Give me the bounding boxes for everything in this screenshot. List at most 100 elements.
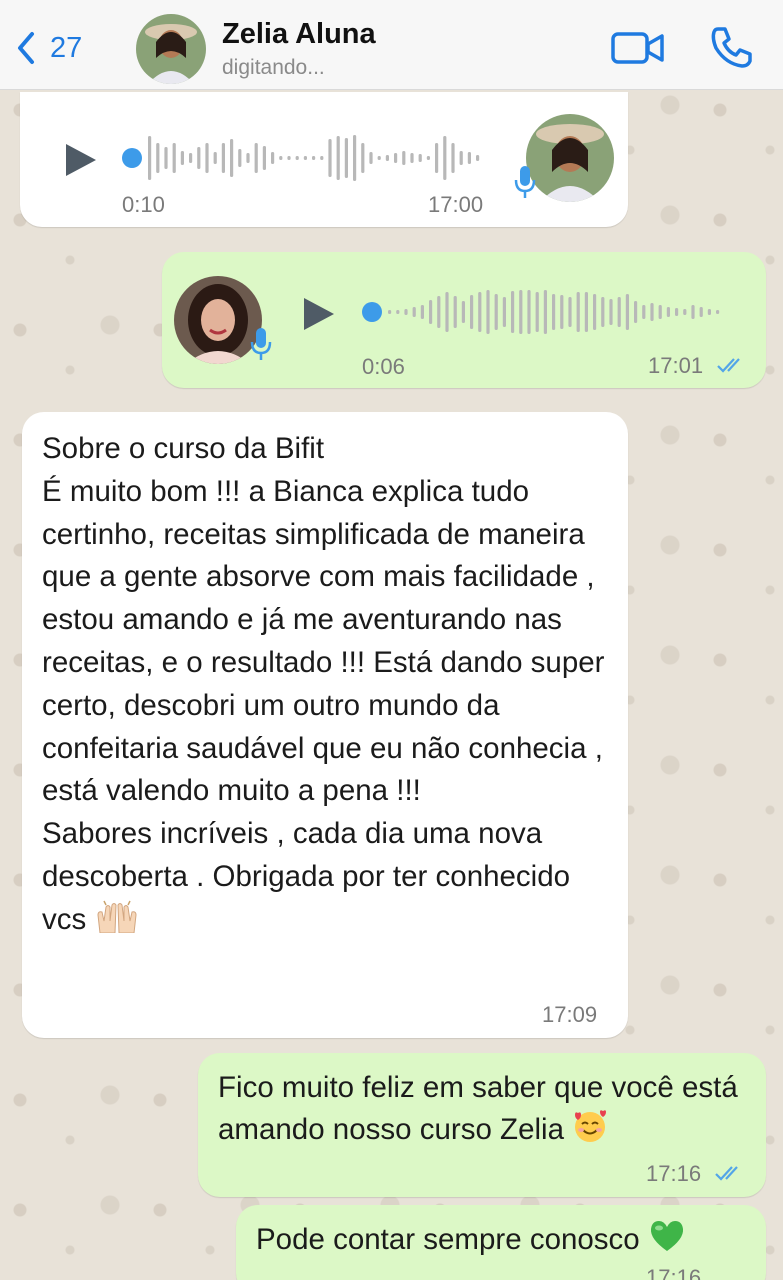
smiling-face-with-hearts-emoji [575,1110,607,1142]
waveform-bar [429,300,433,324]
incoming-voice-message: 0:10 17:00 [20,92,628,227]
read-ticks-icon [717,358,740,373]
waveform-bar [164,147,168,169]
waveform-bar [467,152,471,164]
waveform-bar [412,307,416,317]
waveform-bar [303,156,307,160]
waveform-bar [459,151,463,165]
waveform-bar [205,143,209,173]
waveform-bar [593,294,597,330]
waveform-bar [213,152,217,164]
chat-header: 27 Zelia Aluna digitando... [0,0,783,90]
contact-name[interactable]: Zelia Aluna [222,18,376,51]
waveform-bar [691,305,695,319]
waveform-bar [576,292,580,332]
waveform-bar [560,295,564,329]
waveform-bar [453,296,457,328]
chevron-left-icon [18,32,34,64]
message-time: 17:09 [542,1002,598,1027]
waveform-bar [189,153,193,163]
waveform-bar [271,152,275,164]
waveform-bar [394,153,398,163]
waveform-bar [543,290,547,334]
microphone-icon [514,166,536,198]
waveform-bar [443,136,447,180]
waveform-bar [666,307,670,317]
message-time: 17:16 [646,1265,702,1280]
waveform-bar [426,156,430,160]
waveform-bar [221,143,225,173]
waveform-bar [148,136,152,180]
waveform-bar [388,310,392,314]
waveform-bar [420,305,424,319]
waveform-bar [486,290,490,334]
audio-waveform[interactable] [360,286,740,338]
waveform-bar [435,143,439,173]
waveform-bar [476,155,480,161]
waveform-bar [470,295,474,329]
waveform-bar [320,156,324,160]
message-text: Fico muito feliz em saber que você está … [218,1071,746,1146]
message-text: Sobre o curso da Bifit É muito bom !!! a… [42,432,605,936]
waveform-bar [535,292,539,332]
waveform-bar [361,143,365,173]
play-icon[interactable] [62,140,102,180]
message-time: 17:00 [428,192,484,217]
video-call-icon[interactable] [610,28,666,68]
waveform-bar [568,297,572,327]
waveform-bar [336,136,340,180]
waveform-bar [502,297,506,327]
waveform-bar [650,303,654,321]
waveform-bar [312,156,316,160]
play-icon[interactable] [300,294,340,334]
back-button[interactable]: 27 [12,26,82,70]
waveform-bar [396,310,400,314]
waveform-bar [353,135,357,181]
waveform-bar [197,147,201,169]
playback-position-dot[interactable] [362,302,382,322]
waveform-bar [511,291,515,333]
waveform-bar [369,152,373,164]
waveform-bar [716,310,720,314]
waveform-bar [519,290,523,334]
phone-call-icon[interactable] [708,24,754,70]
waveform-bar [625,294,629,330]
waveform-bar [377,156,381,160]
unread-count: 27 [50,31,83,64]
waveform-bar [156,143,160,173]
waveform-bar [180,151,184,165]
waveform-bar [254,143,258,173]
waveform-bar [617,297,621,327]
waveform-bar [410,153,414,163]
waveform-bar [601,297,605,327]
outgoing-text-message: Pode contar sempre conosco 17:16 [236,1205,766,1280]
incoming-text-message: Sobre o curso da Bifit É muito bom !!! a… [22,412,628,1038]
waveform-bar [437,296,441,328]
read-ticks-icon [715,1166,738,1181]
waveform-bar [344,138,348,178]
waveform-bar [707,309,711,315]
waveform-bar [494,294,498,330]
waveform-bar [451,143,455,173]
waveform-bar [699,307,703,317]
waveform-bar [402,151,406,165]
playback-position-dot[interactable] [122,148,142,168]
waveform-bar [478,292,482,332]
contact-avatar[interactable] [136,14,206,84]
message-time: 17:16 [646,1161,702,1186]
waveform-bar [642,305,646,319]
raising-hands-emoji [97,900,137,933]
waveform-bar [658,305,662,319]
waveform-bar [385,155,389,161]
outgoing-text-message: Fico muito feliz em saber que você está … [198,1053,766,1197]
waveform-bar [634,301,638,323]
sender-avatar [526,114,614,202]
waveform-bar [683,309,687,315]
message-time: 17:01 [648,353,704,378]
message-text: Pode contar sempre conosco [256,1223,640,1256]
audio-waveform[interactable] [120,132,500,184]
green-heart-emoji [650,1221,683,1251]
audio-duration: 0:06 [362,354,405,379]
waveform-bar [279,156,283,160]
waveform-bar [418,154,422,162]
